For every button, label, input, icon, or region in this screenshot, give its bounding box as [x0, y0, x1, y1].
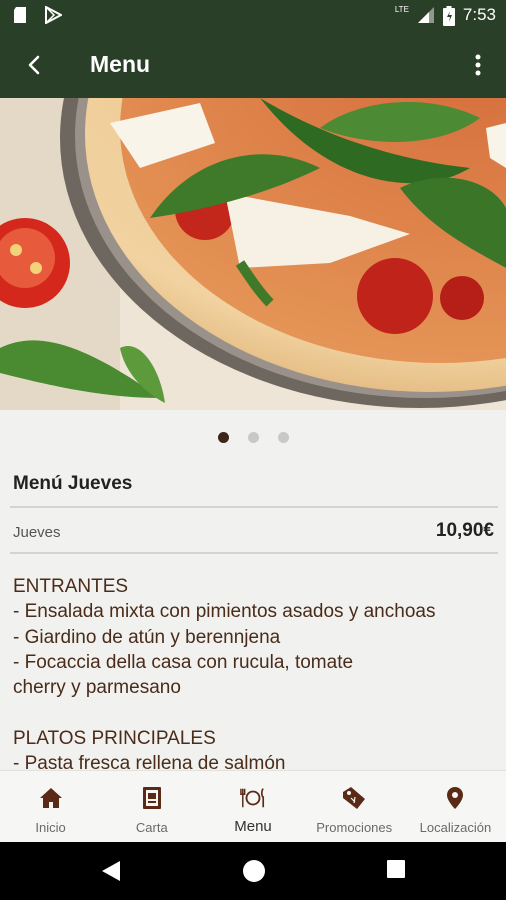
dish-cutlery-icon [240, 785, 266, 811]
arrow-back-icon [28, 55, 40, 75]
menu-line: ENTRANTES [13, 576, 129, 597]
menu-line: - Giardino de atún y berennjena [13, 626, 281, 648]
nav-item-carta[interactable]: Carta [101, 771, 202, 842]
nav-label: Localización [419, 820, 492, 835]
nav-item-localizacion[interactable]: Localización [405, 771, 506, 842]
menu-line: - Focaccia della casa con rucula, tomate [13, 651, 354, 673]
back-button[interactable] [18, 49, 50, 81]
menu-line [13, 700, 499, 725]
carousel-indicator [0, 432, 506, 443]
carousel-dot[interactable] [277, 432, 289, 443]
network-type: LTE [394, 4, 409, 14]
nav-label: Inicio [35, 820, 66, 835]
signal-icon [417, 6, 435, 24]
play-store-icon [44, 5, 64, 25]
nav-label: Menu [234, 818, 272, 835]
menu-title: Menú Jueves [13, 473, 133, 494]
carousel-image[interactable] [0, 98, 506, 410]
system-navigation-bar [0, 842, 506, 900]
divider [10, 552, 498, 554]
menu-line: - Ensalada mixta con pimientos asados y … [13, 601, 436, 623]
bottom-navigation: Inicio Carta Menu Promociones Localizaci… [0, 770, 506, 842]
system-home-button[interactable] [242, 859, 266, 883]
battery-icon [442, 6, 455, 26]
nav-item-menu[interactable]: Menu [202, 771, 303, 842]
price-label: Jueves [13, 524, 61, 541]
home-icon [38, 785, 64, 811]
status-bar: LTE 7:53 [0, 0, 506, 31]
menu-card-icon [139, 785, 165, 811]
menu-description: ENTRANTES - Ensalada mixta con pimientos… [13, 574, 499, 770]
location-pin-icon [442, 785, 468, 811]
pizza-photo [0, 98, 506, 410]
divider [10, 506, 498, 508]
clock: 7:53 [462, 5, 496, 24]
menu-line: PLATOS PRINCIPALES [13, 727, 216, 749]
carousel-dot[interactable] [217, 432, 229, 443]
nav-label: Promociones [316, 820, 393, 835]
sd-card-icon [12, 6, 30, 24]
page-title: Menu [90, 51, 151, 77]
nav-item-promociones[interactable]: Promociones [304, 771, 405, 842]
more-vert-icon [475, 54, 481, 76]
menu-line: cherry y parmesano [13, 677, 181, 699]
tags-icon [341, 785, 367, 811]
overflow-menu-button[interactable] [466, 49, 490, 81]
price-value: 10,90€ [435, 520, 494, 541]
nav-item-inicio[interactable]: Inicio [0, 771, 101, 842]
menu-line: - Pasta fresca rellena de salmón [13, 753, 286, 770]
nav-label: Carta [135, 820, 168, 835]
system-back-button[interactable] [100, 859, 124, 883]
system-recents-button[interactable] [386, 859, 410, 883]
carousel-dot[interactable] [247, 432, 259, 443]
app-bar: Menu [0, 31, 506, 98]
